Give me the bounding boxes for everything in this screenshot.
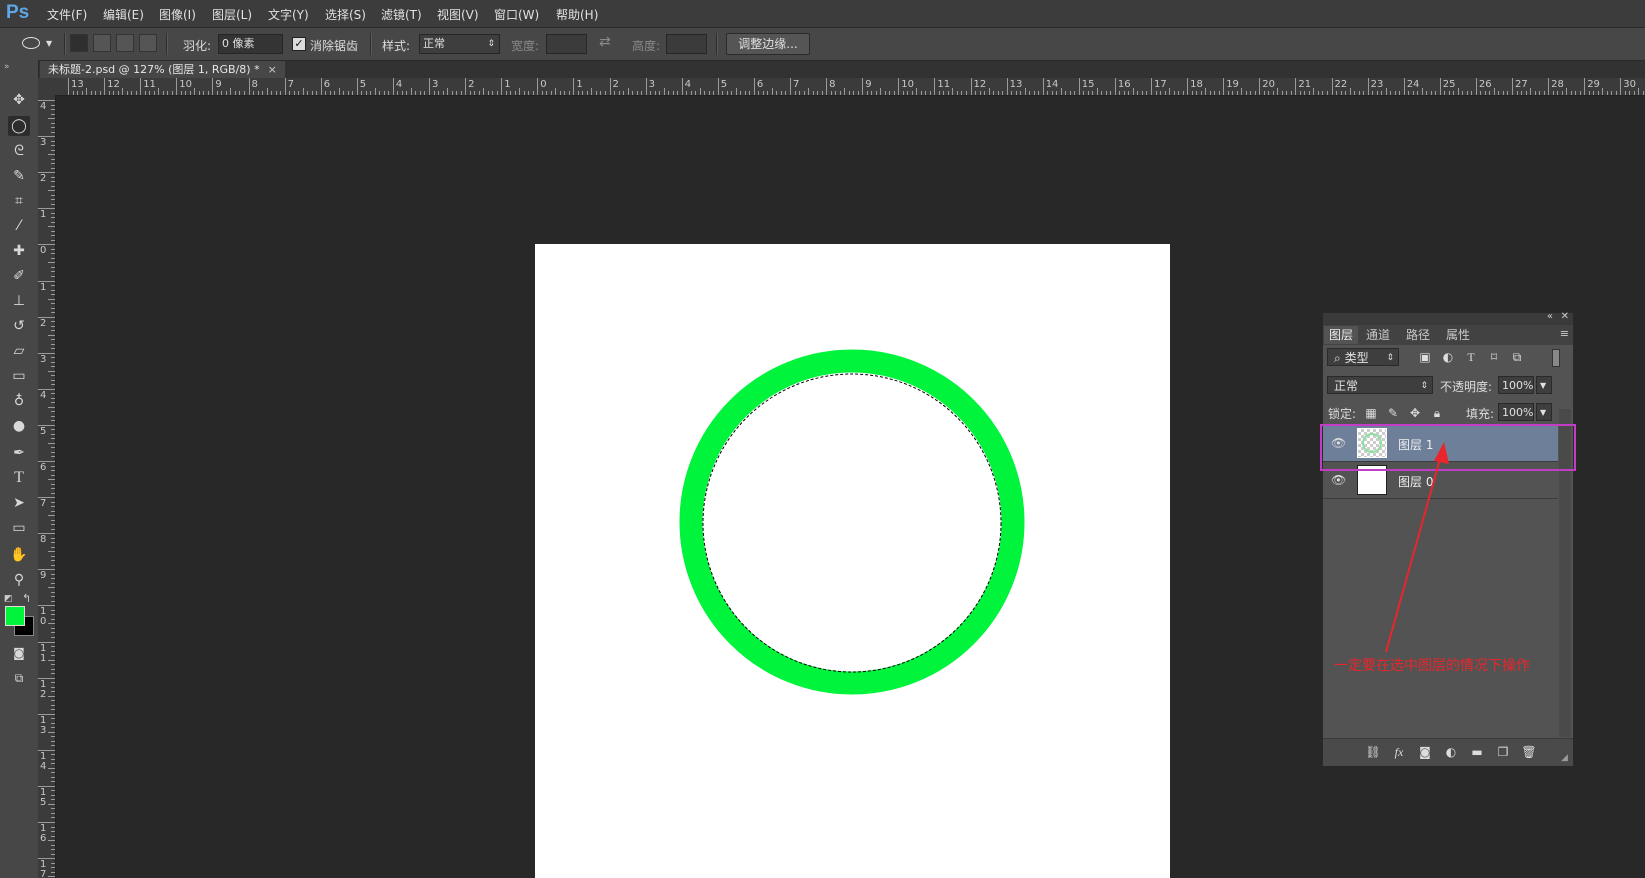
annotation-note: 一定要在选中图层的情况下操作: [1334, 658, 1530, 674]
annotation-arrow: [1385, 442, 1449, 653]
